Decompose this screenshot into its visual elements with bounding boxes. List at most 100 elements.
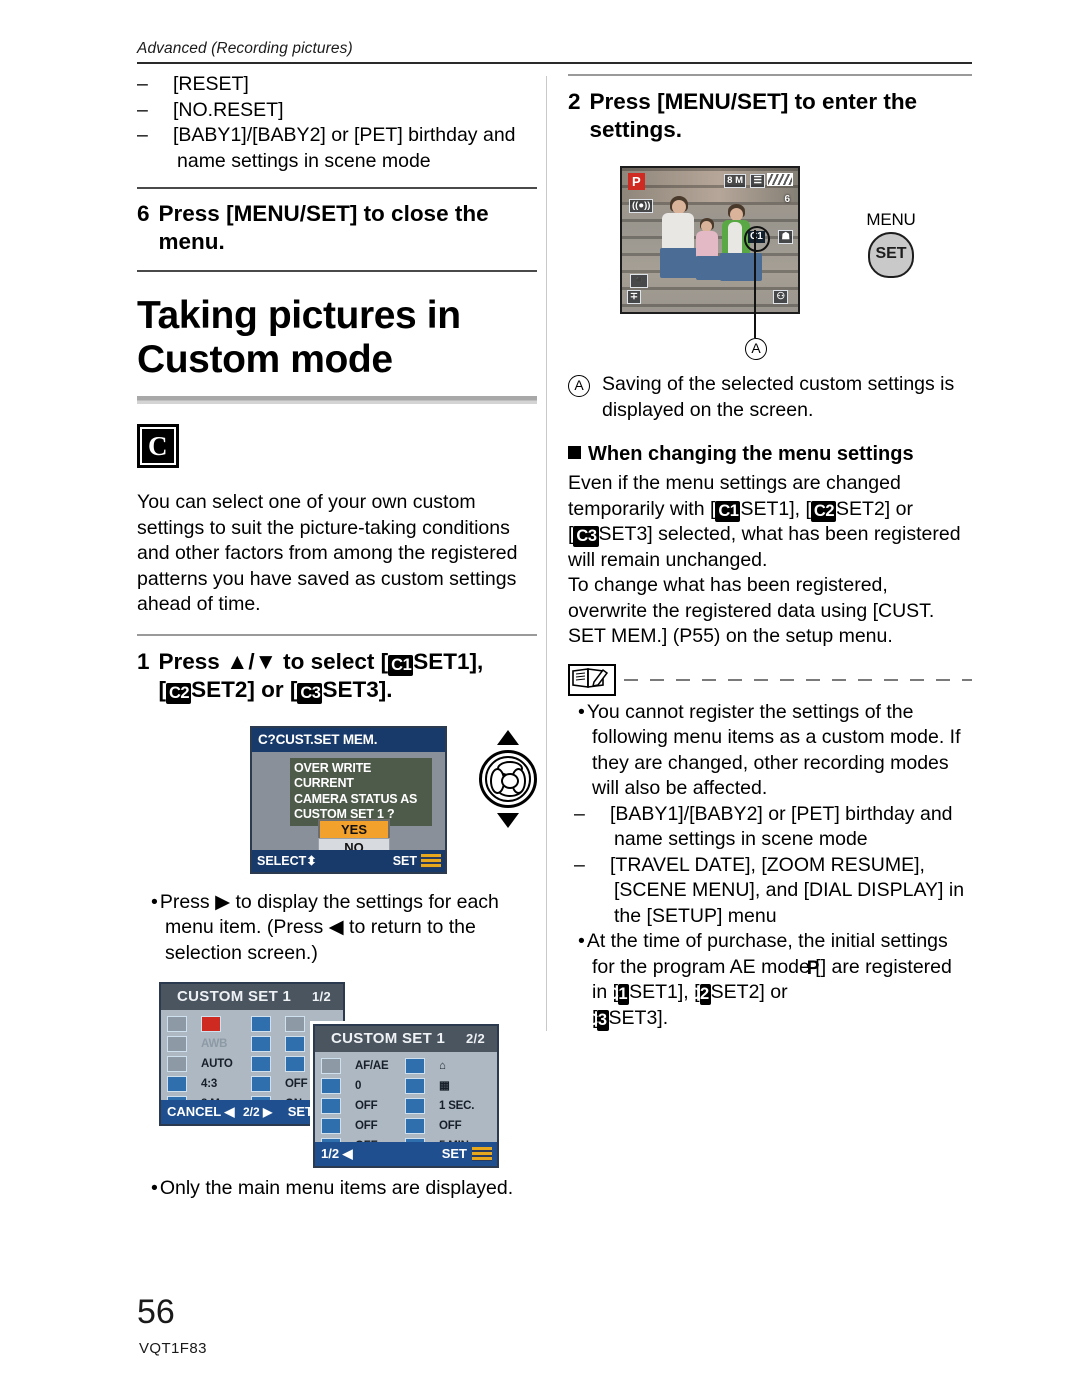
metering-value-icon — [285, 1036, 305, 1052]
separator-rule — [137, 187, 537, 189]
c2-chip-icon: C2 — [166, 682, 192, 704]
step-1-text-e: SET2] or [ — [191, 676, 298, 702]
white-balance-value: AWB — [201, 1038, 228, 1050]
note-book-icon — [568, 663, 616, 696]
notes-dashed-rule — [624, 678, 972, 681]
af-mode-value-icon — [285, 1056, 305, 1072]
dash-glyph: – — [137, 98, 148, 121]
menu-change-paragraph-2: To change what has been registered, over… — [568, 574, 935, 647]
step-6: 6 Press [MENU/SET] to close the menu. — [137, 200, 537, 256]
custom-mode-c-letter: C — [142, 429, 174, 463]
lcd-message: OVER WRITE CURRENT CAMERA STATUS AS CUST… — [290, 757, 432, 826]
bullet-glyph: • — [578, 930, 587, 952]
continuous-af-icon — [251, 1076, 271, 1092]
white-balance-icon — [167, 1036, 187, 1052]
lcd-title-prefix-icon: C? — [258, 731, 276, 747]
world-time-value-icon: ⌂ — [439, 1060, 446, 1072]
menu-set-button-icon — [421, 853, 441, 868]
photo-subject — [696, 231, 718, 257]
menu-change-paragraph: Even if the menu settings are changed te… — [568, 471, 972, 573]
note-purchase-part-4: SET2] or — [710, 981, 788, 1003]
lcd-custom-set-page2: CUSTOM SET 1 2/2 AF/AE ⌂ 0 ▦ OFF 1 SEC. — [313, 1024, 499, 1168]
lcd-menu-title: CUSTOM SET 1 — [331, 1030, 446, 1047]
dash-list-item-label: [RESET] — [173, 73, 249, 95]
lcd-menu-title-bar: CUSTOM SET 1 2/2 — [315, 1026, 497, 1052]
dash-list-item: – [BABY1]/[BABY2] or [PET] birthday and n… — [137, 123, 537, 174]
paragraph-part-2: SET1], [ — [740, 497, 811, 520]
c2-chip-label: C2 — [813, 501, 835, 520]
lcd-menu-set-label: SET — [441, 1146, 467, 1161]
program-ae-chip-label: P — [806, 957, 820, 979]
dash-list: – [RESET] – [NO.RESET] – [BABY1]/[BABY2] or… — [137, 72, 537, 174]
c3-chip-label: C3 — [586, 1010, 607, 1029]
separator-rule — [568, 74, 972, 76]
note-sub-item-label: [TRAVEL DATE], [ZOOM RESUME], [SCENE MEN… — [610, 853, 965, 927]
c1-chip-label: C1 — [718, 501, 739, 520]
lcd-menu-title-bar: CUSTOM SET 1 1/2 — [161, 984, 343, 1010]
dpad-icon[interactable] — [479, 749, 537, 808]
updown-arrows-icon: ▲/▼ — [226, 648, 277, 674]
clock-set-icon — [405, 1058, 425, 1074]
callout-marker-a: A — [745, 338, 767, 360]
c3-chip-label: C3 — [576, 527, 597, 545]
c2-chip-icon: C2 — [810, 500, 837, 522]
dash-list-item: – [NO.RESET] — [137, 98, 537, 124]
page-title: Taking pictures in Custom mode — [137, 294, 537, 382]
note-item: •You cannot register the settings of the… — [578, 700, 972, 802]
c2-chip-icon: C2 — [689, 984, 711, 1005]
c3-chip-label: C3 — [300, 683, 321, 702]
aspect-ratio-icon — [167, 1076, 187, 1092]
bullet-glyph: • — [151, 890, 160, 913]
dash-glyph: – — [137, 73, 148, 95]
note-sub-item: – [TRAVEL DATE], [ZOOM RESUME], [SCENE ME… — [574, 853, 972, 930]
iso-value: AUTO — [201, 1058, 233, 1070]
four-way-controller[interactable] — [475, 729, 541, 828]
pictures-remaining-count: 6 — [784, 194, 790, 205]
menu-set-button-top-label: MENU — [866, 210, 916, 229]
step-1-number: 1 — [137, 648, 150, 674]
auto-review-icon — [405, 1098, 425, 1114]
step-2: 2 Press [MENU/SET] to enter the settings… — [568, 88, 972, 144]
photo-subject — [662, 213, 694, 249]
dash-list-item: – [RESET] — [137, 72, 537, 98]
dpad-left-petal — [490, 767, 505, 794]
dpad-center-petal — [501, 772, 519, 789]
lcd-menu-prevpage-label[interactable]: 1/2 ◀ — [321, 1142, 353, 1166]
notes-header — [568, 663, 972, 696]
quality-osd-icon: ☰ — [750, 174, 765, 188]
lcd-footer-bar: SELECT⬍ SET — [252, 849, 445, 872]
square-bullet-icon — [568, 446, 581, 459]
dash-list-item-label: [NO.RESET] — [173, 98, 284, 121]
separator-rule — [137, 633, 537, 636]
paragraph-part-3: SET2] or — [836, 497, 913, 520]
step-6-text: Press [MENU/SET] to close the menu. — [158, 201, 489, 254]
monitor-icon — [405, 1078, 425, 1094]
callout-leader-line — [754, 230, 756, 338]
lcd-footer-select-label: SELECT⬍ — [257, 853, 317, 868]
lcd-option-yes[interactable]: YES — [318, 818, 390, 840]
intro-paragraph: You can select one of your own custom se… — [137, 491, 518, 615]
auto-review-value: 1 SEC. — [439, 1100, 475, 1112]
subsection-heading: When changing the menu settings — [568, 441, 972, 467]
menu-set-button[interactable]: MENU SET — [860, 210, 922, 278]
lcd-menu-cancel-label[interactable]: CANCEL ◀ — [167, 1100, 235, 1124]
document-code: VQT1F83 — [139, 1340, 207, 1357]
callout-description-text: Saving of the selected custom settings i… — [602, 373, 955, 421]
menu-set-button-face[interactable]: SET — [868, 232, 914, 278]
card-osd-icon: ☗ — [778, 230, 793, 244]
right-column: 2 Press [MENU/SET] to enter the settings… — [568, 70, 972, 1031]
lcd-menu-nextpage-label[interactable]: 2/2 ▶ — [243, 1100, 272, 1124]
lcd-menu-page: 2/2 — [466, 1031, 485, 1046]
iso-icon — [167, 1056, 187, 1072]
stabilizer-osd-icon: ((●)) — [629, 199, 654, 213]
dash-list-item-label: [BABY1]/[BABY2] or [PET] birthday and na… — [173, 124, 516, 172]
photo-subject — [728, 222, 742, 254]
c3-chip-icon: C3 — [586, 1009, 609, 1031]
page-number: 56 — [137, 1293, 175, 1331]
flash-value: OFF — [355, 1100, 378, 1112]
note-sub-item-label: [BABY1]/[BABY2] or [PET] birthday and na… — [610, 802, 953, 851]
running-header: Advanced (Recording pictures) — [137, 40, 353, 57]
step-1-text-d: [ — [158, 676, 167, 702]
c3-chip-icon: C3 — [297, 682, 323, 704]
up-arrow-icon — [497, 729, 519, 745]
